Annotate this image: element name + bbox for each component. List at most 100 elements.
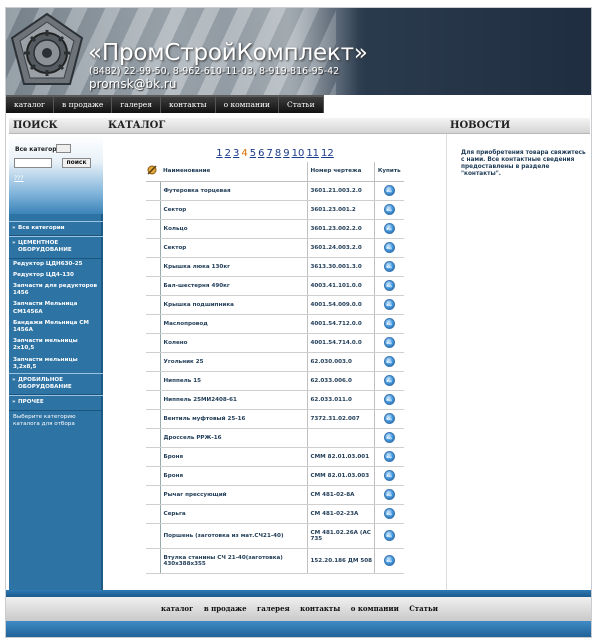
category-item[interactable]: Редуктор ЦДН630-25	[9, 259, 103, 270]
product-name[interactable]: Рычаг прессующий	[159, 485, 307, 505]
footer-nav-gallery[interactable]: галерея	[257, 604, 290, 613]
buy-button[interactable]: Buy	[383, 508, 395, 519]
buy-button[interactable]: Buy	[383, 470, 395, 481]
search-category-select[interactable]	[56, 144, 71, 153]
row-spacer	[146, 390, 160, 410]
buy-button[interactable]: Buy	[383, 432, 395, 443]
product-name[interactable]: Крышка подшипника	[159, 295, 307, 315]
product-name[interactable]: Сектор	[159, 238, 307, 258]
footer-nav-contacts[interactable]: контакты	[300, 604, 340, 613]
nav-about[interactable]: о компании	[215, 97, 279, 113]
buy-cell: Buy	[373, 276, 404, 296]
product-name[interactable]: Бал-шестерня 490кг	[159, 276, 307, 296]
page-link[interactable]: 9	[283, 148, 289, 159]
site-email[interactable]: promsk@bk.ru	[89, 77, 176, 91]
buy-button[interactable]: Buy	[383, 204, 395, 215]
category-item[interactable]: Редуктор ЦД4-130	[9, 270, 103, 281]
buy-button[interactable]: Buy	[383, 299, 395, 310]
buy-button[interactable]: Buy	[383, 242, 395, 253]
product-name[interactable]: Вентиль муфтовый 25-16	[159, 409, 307, 429]
page-link[interactable]: 7	[266, 148, 272, 159]
buy-button[interactable]: Buy	[383, 261, 395, 272]
product-name[interactable]: Броня	[159, 447, 307, 467]
buy-cell: Buy	[373, 447, 404, 467]
product-number	[306, 428, 374, 448]
page-link[interactable]: 1	[216, 148, 222, 159]
page-frame: «ПромСтройКомплект» (8482) 22-99-50, 8-9…	[5, 7, 592, 638]
nav-for-sale[interactable]: в продаже	[54, 97, 113, 113]
nav-gallery[interactable]: галерея	[112, 97, 161, 113]
buy-button[interactable]: Buy	[383, 451, 395, 462]
product-number: 4001.54.714.0.0	[306, 333, 374, 353]
product-name[interactable]: Втулка станины СЧ 21-40(заготовка) 430х3…	[159, 548, 307, 574]
footer-nav-about[interactable]: о компании	[351, 604, 399, 613]
page-link[interactable]: 8	[275, 148, 281, 159]
page-link[interactable]: 12	[321, 148, 334, 159]
page-link[interactable]: 3	[233, 148, 239, 159]
buy-button[interactable]: Buy	[383, 530, 395, 541]
footer-nav-articles[interactable]: Статьи	[409, 604, 438, 613]
buy-button[interactable]: Buy	[383, 223, 395, 234]
category-item[interactable]: Запчасти Мельница СМ1456А	[9, 299, 103, 317]
product-number: СМ 481-02-8А	[306, 485, 374, 505]
page-link[interactable]: 10	[292, 148, 305, 159]
search-input[interactable]	[14, 158, 52, 168]
product-name[interactable]: Серьга	[159, 504, 307, 524]
product-name[interactable]: Броня	[159, 466, 307, 486]
page-link[interactable]: 11	[306, 148, 319, 159]
product-name[interactable]: Крышка люка 130кг	[159, 257, 307, 277]
buy-cell: Buy	[373, 428, 404, 448]
row-spacer	[146, 238, 160, 258]
category-item[interactable]: » ДРОБИЛЬНОЕ ОБОРУДОВАНИЕ	[9, 373, 103, 396]
product-name[interactable]: Угольник 25	[159, 352, 307, 372]
category-item[interactable]: » Все категории	[9, 221, 103, 237]
page-link[interactable]: 5	[250, 148, 256, 159]
buy-button[interactable]: Buy	[383, 489, 395, 500]
product-number: 4003.41.101.0.0	[306, 276, 374, 296]
product-number: 3601.23.002.2.0	[306, 219, 374, 239]
buy-button[interactable]: Buy	[383, 318, 395, 329]
search-advanced-link[interactable]: ???	[14, 175, 24, 182]
category-item[interactable]: » ЦЕМЕНТНОЕ ОБОРУДОВАНИЕ	[9, 236, 103, 259]
nav-catalog[interactable]: каталог	[6, 97, 54, 113]
pagination: 1 2 3 4 5 6 7 8 9 10 11 12	[104, 148, 446, 159]
footer-nav-for-sale[interactable]: в продаже	[204, 604, 247, 613]
search-button[interactable]: поиск	[62, 158, 91, 168]
category-item[interactable]: Запчасти мельницы 2х10,5	[9, 336, 103, 354]
table-row: Футеровка торцевая 3601.21.003.2.0 Buy	[146, 181, 404, 201]
buy-button[interactable]: Buy	[383, 394, 395, 405]
buy-cell: Buy	[373, 523, 404, 549]
product-name[interactable]: Колено	[159, 333, 307, 353]
product-name[interactable]: Сектор	[159, 200, 307, 220]
product-number: СММ 82.01.03.003	[306, 466, 374, 486]
buy-cell: Buy	[373, 409, 404, 429]
product-name[interactable]: Маслопровод	[159, 314, 307, 334]
buy-button[interactable]: Buy	[383, 413, 395, 424]
product-number: 4001.54.712.0.0	[306, 314, 374, 334]
product-name[interactable]: Ниппель 15	[159, 371, 307, 391]
product-name[interactable]: Ниппель 25МИ2408-61	[159, 390, 307, 410]
page-link[interactable]: 6	[258, 148, 264, 159]
site-logo[interactable]	[6, 10, 88, 94]
table-row: Серьга СМ 481-02-23А Buy	[146, 504, 404, 524]
buy-button[interactable]: Buy	[383, 280, 395, 291]
buy-button[interactable]: Buy	[383, 555, 395, 566]
category-item[interactable]: Запчасти для редукторов 1456	[9, 281, 103, 299]
product-name[interactable]: Поршень (заготовка из мат.СЧ21-40)	[159, 523, 307, 549]
category-item[interactable]: Запчасти мельницы 3,2х8,5	[9, 355, 103, 373]
page-link[interactable]: 4	[241, 148, 247, 159]
page-link[interactable]: 2	[225, 148, 231, 159]
buy-button[interactable]: Buy	[383, 356, 395, 367]
buy-button[interactable]: Buy	[383, 185, 395, 196]
nav-contacts[interactable]: контакты	[160, 97, 216, 113]
product-name[interactable]: Дроссель РРЖ-16	[159, 428, 307, 448]
category-item[interactable]: » ПРОЧЕЕ	[9, 395, 103, 411]
product-name[interactable]: Кольцо	[159, 219, 307, 239]
category-item[interactable]: Бандажи Мельница СМ 1456А	[9, 318, 103, 336]
buy-button[interactable]: Buy	[383, 375, 395, 386]
nav-articles[interactable]: Статьи	[278, 97, 324, 113]
footer-nav-catalog[interactable]: каталог	[161, 604, 193, 613]
product-name[interactable]: Футеровка торцевая	[159, 181, 307, 201]
top-nav-tabs: каталог в продаже галерея контакты о ком…	[6, 95, 324, 113]
buy-button[interactable]: Buy	[383, 337, 395, 348]
